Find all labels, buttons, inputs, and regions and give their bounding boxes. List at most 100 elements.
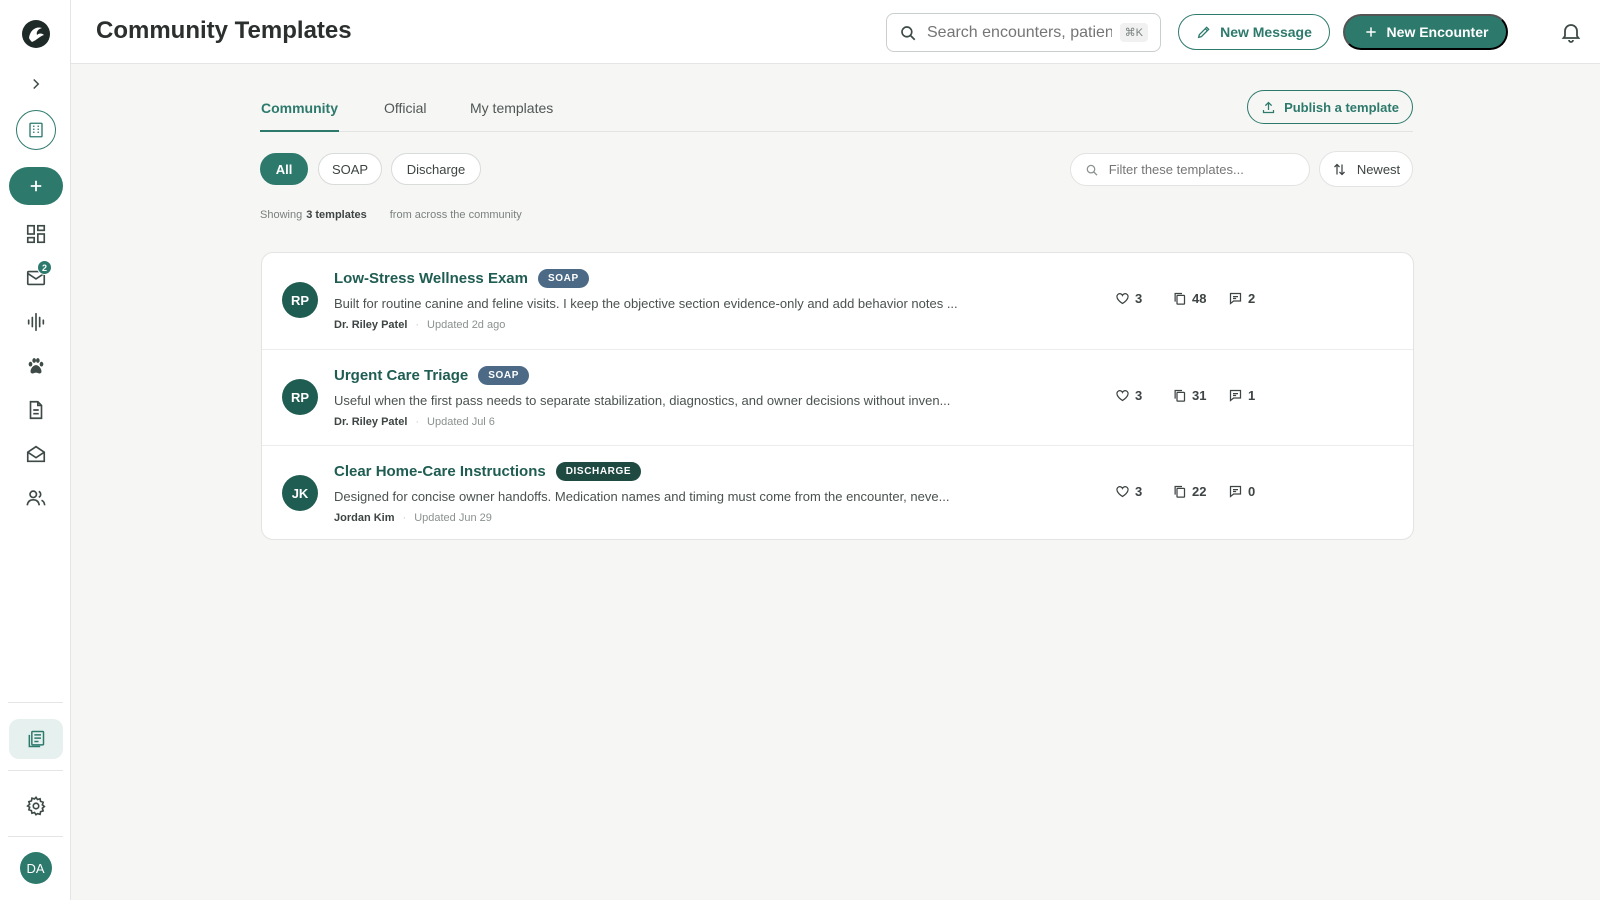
showing-suffix: from across the community	[389, 209, 522, 221]
publish-label: Publish a template	[1284, 99, 1399, 115]
sidebar-divider	[8, 702, 63, 703]
copies-count: 31	[1192, 388, 1207, 403]
template-tag: SOAP	[478, 366, 529, 385]
app-logo[interactable]	[0, 12, 71, 56]
mail-open-icon	[26, 445, 45, 463]
global-search[interactable]: ⌘K	[886, 13, 1161, 52]
author-avatar: JK	[282, 475, 318, 511]
inbox-badge: 2	[37, 260, 52, 275]
copy-icon	[1174, 485, 1186, 498]
upload-icon	[1262, 101, 1275, 113]
template-filter[interactable]	[1070, 153, 1310, 186]
comment-icon	[1229, 389, 1242, 402]
tab-official[interactable]: Official	[384, 100, 427, 132]
sidebar-item-patients[interactable]	[0, 346, 71, 386]
template-meta: Dr. Riley Patel · Updated Jul 6	[334, 416, 495, 428]
sidebar-item-dashboard[interactable]	[0, 214, 71, 254]
plus-icon	[1365, 27, 1376, 37]
comments-count: 2	[1248, 291, 1256, 306]
likes-stat[interactable]: 3	[1115, 291, 1142, 306]
sidebar-item-documents[interactable]	[0, 390, 71, 430]
document-icon	[29, 400, 42, 420]
notifications-button[interactable]	[1559, 20, 1583, 44]
copies-stat: 48	[1172, 291, 1206, 306]
template-tag: SOAP	[537, 269, 589, 288]
copies-stat: 22	[1172, 484, 1206, 499]
sidebar-item-messages[interactable]	[0, 434, 71, 474]
sidebar-divider	[8, 836, 63, 837]
template-list: RP Low-Stress Wellness Exam SOAP Built f…	[261, 252, 1414, 540]
sort-label: Newest	[1356, 161, 1401, 177]
copy-icon	[1174, 389, 1186, 402]
likes-stat[interactable]: 3	[1115, 484, 1142, 499]
new-message-button[interactable]: New Message	[1178, 14, 1330, 50]
tab-community[interactable]: Community	[260, 100, 339, 132]
new-pill	[8, 167, 63, 205]
template-row[interactable]: JK Clear Home-Care Instructions DISCHARG…	[262, 445, 1413, 539]
likes-count: 3	[1135, 388, 1143, 403]
expand-sidebar-button[interactable]	[0, 64, 71, 104]
sidebar-divider	[8, 770, 63, 771]
gear-icon	[25, 795, 46, 816]
building-icon	[28, 122, 43, 138]
template-author: Dr. Riley Patel	[334, 416, 408, 428]
new-encounter-button[interactable]: New Encounter	[1343, 14, 1508, 50]
page-title: Community Templates	[96, 17, 352, 44]
tab-my-templates[interactable]: My templates	[470, 100, 553, 132]
copies-stat: 31	[1172, 388, 1206, 403]
template-row[interactable]: RP Urgent Care Triage SOAP Useful when t…	[262, 349, 1413, 445]
meta-separator: ·	[402, 512, 407, 524]
sidebar-item-recordings[interactable]	[0, 302, 71, 342]
template-row[interactable]: RP Low-Stress Wellness Exam SOAP Built f…	[262, 253, 1413, 349]
sidebar-item-inbox[interactable]: 2	[0, 258, 71, 298]
template-title-line: Urgent Care Triage SOAP	[334, 366, 529, 385]
top-header: Community Templates ⌘K New Message New E…	[71, 0, 1600, 64]
comment-icon	[1229, 485, 1242, 498]
template-title[interactable]: Urgent Care Triage	[334, 367, 468, 384]
sidebar-item-team[interactable]	[0, 478, 71, 518]
template-description: Built for routine canine and feline visi…	[334, 296, 958, 311]
copy-icon	[1174, 292, 1186, 305]
copies-count: 48	[1192, 291, 1207, 306]
pencil-icon	[1197, 26, 1210, 39]
template-title[interactable]: Low-Stress Wellness Exam	[334, 270, 528, 287]
filter-input[interactable]	[1108, 162, 1295, 177]
template-title-line: Clear Home-Care Instructions DISCHARGE	[334, 462, 642, 481]
sidebar-new-button[interactable]	[0, 166, 71, 206]
user-avatar: DA	[19, 852, 52, 884]
comments-count: 1	[1248, 388, 1256, 403]
sidebar: 2 DA	[0, 0, 71, 900]
template-updated: Updated 2d ago	[427, 319, 506, 331]
user-menu[interactable]: DA	[0, 848, 71, 888]
meta-separator: ·	[415, 319, 420, 331]
template-title[interactable]: Clear Home-Care Instructions	[334, 463, 546, 480]
comments-stat[interactable]: 2	[1228, 291, 1255, 306]
sidebar-item-settings[interactable]	[0, 786, 71, 826]
comments-stat[interactable]: 0	[1228, 484, 1255, 499]
copies-count: 22	[1192, 484, 1207, 499]
likes-stat[interactable]: 3	[1115, 388, 1142, 403]
templates-pill	[8, 719, 63, 759]
search-icon	[901, 25, 916, 40]
dashboard-icon	[26, 224, 45, 244]
chip-discharge[interactable]: Discharge	[391, 153, 481, 185]
publish-template-button[interactable]: Publish a template	[1247, 90, 1413, 124]
clinic-switcher[interactable]	[0, 110, 71, 150]
heart-icon	[1116, 293, 1129, 305]
sidebar-item-templates[interactable]	[0, 718, 71, 760]
chip-all[interactable]: All	[260, 153, 308, 185]
bird-logo-icon	[21, 20, 50, 48]
clinic-ring	[15, 110, 56, 150]
sort-button[interactable]: Newest	[1319, 151, 1413, 187]
results-summary: Showing 3 templates from across the comm…	[260, 209, 522, 221]
template-updated: Updated Jul 6	[427, 416, 495, 428]
showing-prefix: Showing	[260, 209, 303, 221]
people-icon	[25, 490, 46, 506]
waveform-icon	[27, 312, 44, 332]
template-meta: Jordan Kim · Updated Jun 29	[334, 512, 492, 524]
comments-stat[interactable]: 1	[1228, 388, 1255, 403]
search-input[interactable]	[927, 23, 1112, 42]
template-title-line: Low-Stress Wellness Exam SOAP	[334, 269, 589, 288]
chip-soap[interactable]: SOAP	[318, 153, 382, 185]
template-tabs: Community Official My templates	[260, 94, 1413, 132]
